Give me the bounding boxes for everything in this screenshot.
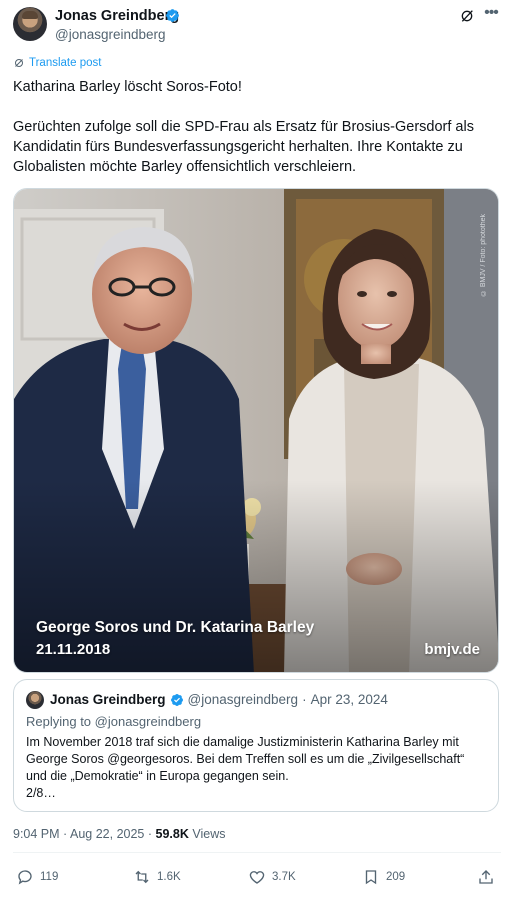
reply-icon: [18, 870, 32, 885]
post-time[interactable]: 9:04 PM: [13, 827, 60, 841]
author-handle[interactable]: @jonasgreindberg: [55, 27, 166, 42]
meta-separator: ·: [63, 827, 68, 841]
post-paragraph-1: Katharina Barley löscht Soros-Foto!: [13, 79, 242, 95]
quoted-separator: ·: [302, 692, 307, 707]
author-avatar[interactable]: [13, 7, 47, 41]
verified-badge-icon: [166, 9, 179, 22]
views-label: Views: [192, 827, 226, 841]
author-name[interactable]: Jonas Greindberg: [55, 8, 179, 24]
photo-soros-barley: [14, 189, 498, 672]
post-image[interactable]: © BMJV / Foto: photothek George Soros un…: [13, 188, 499, 673]
bookmark-count: 209: [386, 871, 406, 883]
action-bar: 119 1.6K 3.7K 209: [0, 868, 514, 892]
verified-badge-icon: [170, 693, 183, 706]
grok-icon[interactable]: [459, 8, 475, 24]
bookmark-button[interactable]: 209: [362, 868, 405, 886]
translate-label[interactable]: Translate post: [29, 57, 101, 69]
repost-icon: [135, 870, 149, 884]
image-watermark: bmjv.de: [424, 641, 480, 658]
quoted-post-header: Jonas Greindberg @jonasgreindberg · Apr …: [50, 692, 388, 707]
reply-button[interactable]: 119: [16, 868, 58, 886]
quoted-text: Im November 2018 traf sich die damalige …: [26, 735, 465, 800]
like-button[interactable]: 3.7K: [248, 868, 296, 886]
more-icon[interactable]: •••: [482, 5, 500, 24]
share-button[interactable]: [477, 868, 495, 886]
translate-post-link[interactable]: Translate post: [13, 57, 101, 69]
translate-icon: [15, 59, 23, 67]
quoted-post[interactable]: Jonas Greindberg @jonasgreindberg · Apr …: [13, 679, 499, 812]
replying-to: Replying to @jonasgreindberg: [26, 714, 202, 729]
repost-button[interactable]: 1.6K: [133, 868, 181, 886]
meta-separator: ·: [147, 827, 153, 841]
share-icon: [479, 870, 493, 884]
post-paragraph-2: Gerüchten zufolge soll die SPD-Frau als …: [13, 119, 474, 175]
image-caption-date: 21.11.2018: [36, 641, 111, 658]
repost-count: 1.6K: [157, 871, 181, 883]
bookmark-icon: [365, 870, 377, 885]
post-date[interactable]: Aug 22, 2025: [70, 827, 144, 841]
views-count: 59.8K: [155, 827, 189, 841]
post-header: Jonas Greindberg @jonasgreindberg •••: [0, 0, 514, 50]
quoted-author-handle: @jonasgreindberg: [187, 692, 299, 707]
divider: [13, 852, 501, 853]
photo-credit: © BMJV / Foto: photothek: [480, 214, 487, 297]
quoted-author-avatar: [26, 691, 44, 709]
post-text: Katharina Barley löscht Soros-Foto! Gerü…: [13, 77, 501, 177]
post-meta: 9:04 PM · Aug 22, 2025 · 59.8K Views: [13, 827, 226, 841]
quoted-author-name: Jonas Greindberg: [50, 692, 166, 707]
image-caption: George Soros und Dr. Katarina Barley: [36, 619, 315, 636]
like-icon: [249, 871, 265, 884]
quoted-date: Apr 23, 2024: [310, 692, 388, 707]
reply-count: 119: [40, 871, 59, 883]
like-count: 3.7K: [272, 871, 296, 883]
